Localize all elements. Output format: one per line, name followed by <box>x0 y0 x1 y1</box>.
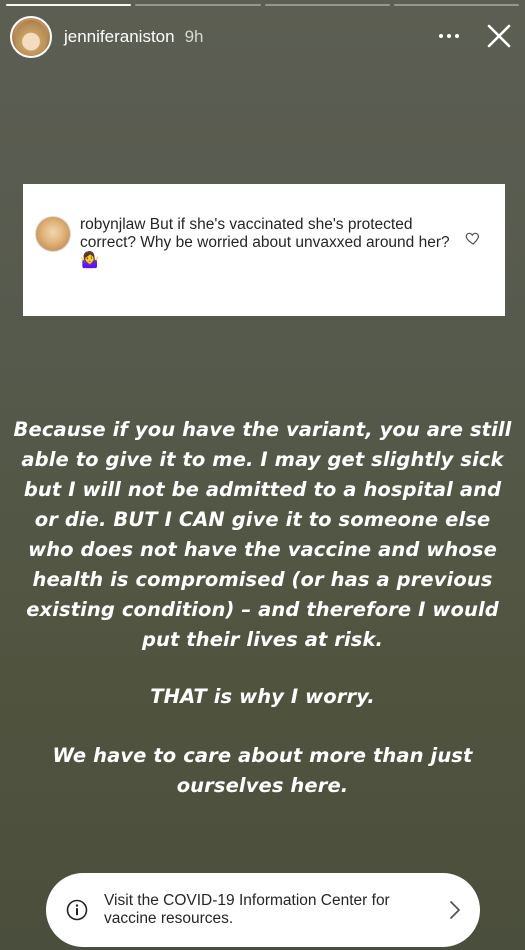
shrug-emoji: 🤷‍♀️ <box>80 252 100 269</box>
story-caption-paragraph: Because if you have the variant, you are… <box>13 418 512 651</box>
question-text: robynjlaw But if she's vaccinated she's … <box>80 216 465 270</box>
progress-segment <box>135 4 261 6</box>
progress-segment <box>264 4 390 6</box>
more-horizontal-icon[interactable] <box>435 24 463 48</box>
question-sticker[interactable]: robynjlaw But if she's vaccinated she's … <box>23 184 505 316</box>
covid-info-banner[interactable]: Visit the COVID-19 Information Center fo… <box>46 873 480 947</box>
progress-segment <box>393 4 519 6</box>
profile-avatar[interactable] <box>10 16 52 58</box>
heart-icon[interactable] <box>465 230 481 246</box>
question-avatar <box>35 216 71 252</box>
story-caption-paragraph: THAT is why I worry. <box>150 685 375 708</box>
chevron-right-icon[interactable] <box>448 900 462 920</box>
story-progress-bar <box>6 4 519 6</box>
question-username: robynjlaw <box>80 216 146 233</box>
info-icon <box>66 899 88 921</box>
timestamp: 9h <box>184 27 204 46</box>
username[interactable]: jenniferaniston <box>64 27 175 47</box>
info-banner-text: Visit the COVID-19 Information Center fo… <box>104 892 390 927</box>
story-header: jenniferaniston 9h <box>10 14 519 60</box>
story-caption-paragraph: We have to care about more than just our… <box>52 744 473 797</box>
progress-segment <box>6 4 132 6</box>
close-icon[interactable] <box>483 20 515 52</box>
